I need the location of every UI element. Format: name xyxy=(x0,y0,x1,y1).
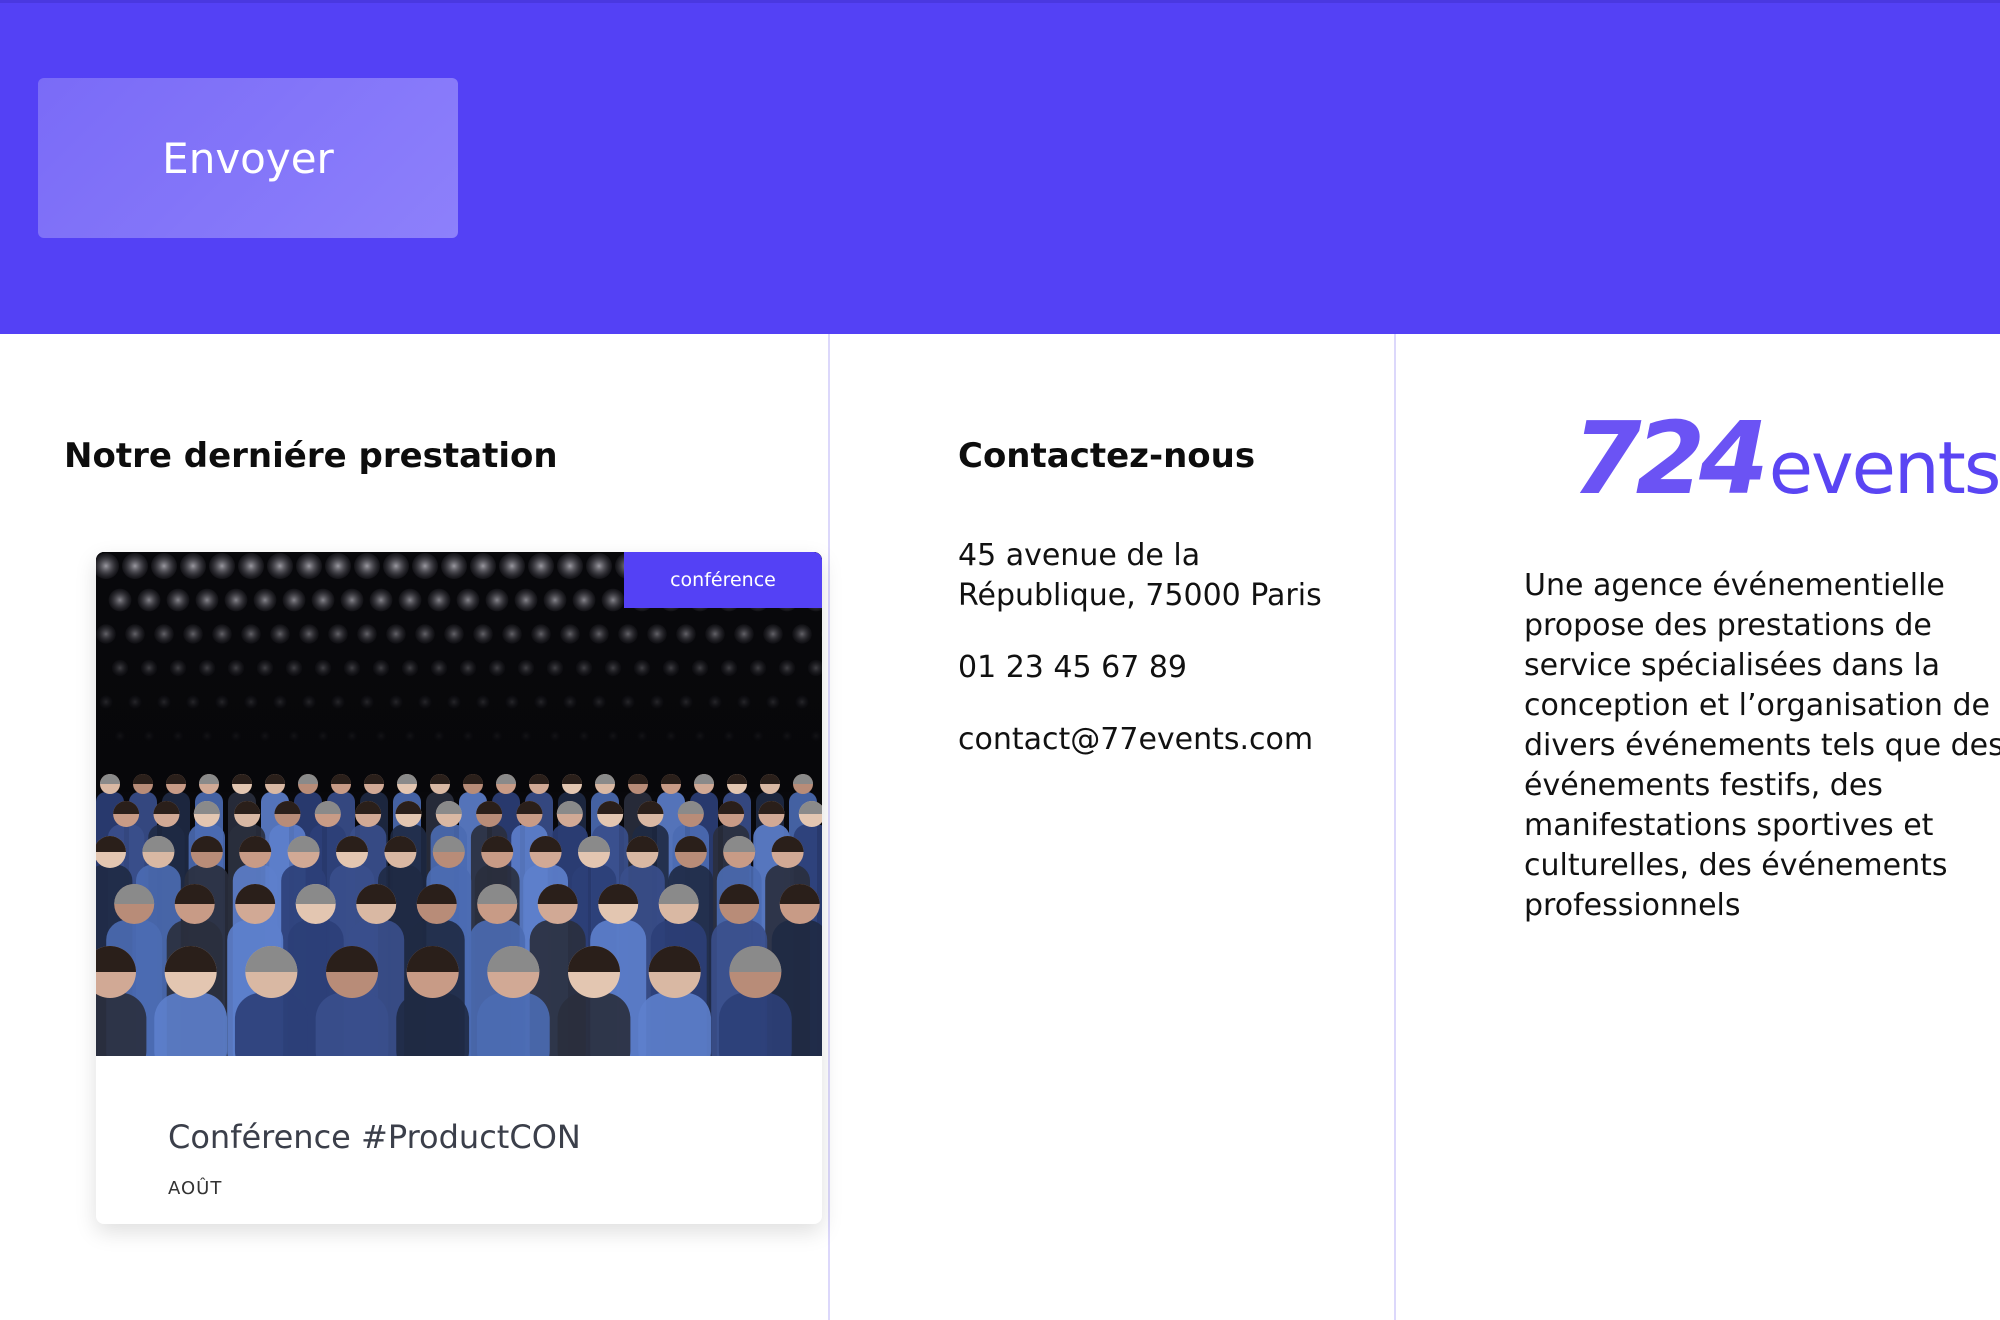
description-line: Une agence événementielle xyxy=(1524,568,1945,603)
contact-form-footer-band: Envoyer xyxy=(0,0,2000,334)
description-line: conception et l’organisation de xyxy=(1524,688,1990,723)
latest-event-heading: Notre derniére prestation xyxy=(64,436,558,476)
agency-description: Une agence événementielle propose des pr… xyxy=(1524,566,2000,926)
latest-event-card[interactable]: conférence Conférence #ProductCON AOÛT xyxy=(96,552,822,1224)
description-line: culturelles, des événements xyxy=(1524,848,1948,883)
conference-audience-photo xyxy=(96,552,822,1056)
column-divider xyxy=(828,334,830,1320)
column-divider xyxy=(1394,334,1396,1320)
category-badge[interactable]: conférence xyxy=(624,552,822,608)
brand-logo[interactable]: 724 events xyxy=(1572,400,2000,517)
event-date: AOÛT xyxy=(168,1178,223,1199)
logo-number: 724 xyxy=(1572,400,1769,517)
contact-phone[interactable]: 01 23 45 67 89 xyxy=(958,648,1187,688)
contact-email[interactable]: contact@77events.com xyxy=(958,720,1313,760)
contact-address: 45 avenue de la République, 75000 Paris xyxy=(958,536,1378,616)
description-line: divers événements tels que des xyxy=(1524,728,2000,763)
event-title[interactable]: Conférence #ProductCON xyxy=(168,1118,581,1156)
description-line: professionnels xyxy=(1524,888,1741,923)
description-line: événements festifs, des xyxy=(1524,768,1883,803)
address-line: République, 75000 Paris xyxy=(958,578,1322,613)
address-line: 45 avenue de la xyxy=(958,538,1201,573)
description-line: manifestations sportives et xyxy=(1524,808,1934,843)
contact-heading: Contactez-nous xyxy=(958,436,1256,476)
band-top-edge xyxy=(0,0,2000,3)
logo-word: events xyxy=(1768,426,2000,510)
description-line: service spécialisées dans la xyxy=(1524,648,1941,683)
description-line: propose des prestations de xyxy=(1524,608,1932,643)
send-button[interactable]: Envoyer xyxy=(38,78,458,238)
